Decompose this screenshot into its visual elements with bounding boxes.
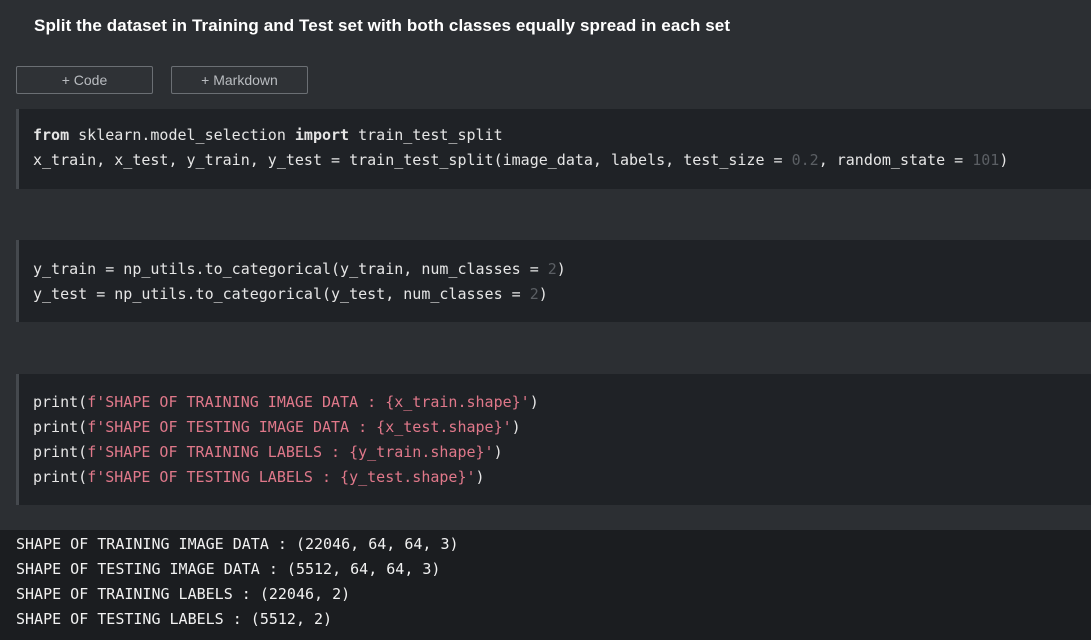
- output-line: SHAPE OF TRAINING LABELS : (22046, 2): [16, 585, 351, 603]
- code-text: ): [493, 443, 503, 461]
- code-text: train_test_split: [349, 126, 503, 144]
- markdown-heading: Split the dataset in Training and Test s…: [34, 16, 731, 35]
- code-number: 0.2: [791, 151, 819, 169]
- code-text: x_train, x_test, y_train, y_test = train…: [33, 151, 792, 169]
- code-text: ): [538, 285, 548, 303]
- code-number: 101: [972, 151, 1000, 169]
- code-text: , random_state =: [818, 151, 973, 169]
- output-line: SHAPE OF TESTING IMAGE DATA : (5512, 64,…: [16, 560, 441, 578]
- code-string: f'SHAPE OF TESTING IMAGE DATA : {x_test.…: [87, 418, 512, 436]
- code-cell-to-categorical[interactable]: y_train = np_utils.to_categorical(y_trai…: [16, 240, 1091, 322]
- code-line: print(f'SHAPE OF TESTING LABELS : {y_tes…: [33, 465, 1091, 490]
- code-text: ): [475, 468, 485, 486]
- cell-output: SHAPE OF TRAINING IMAGE DATA : (22046, 6…: [0, 530, 1091, 640]
- keyword-import: import: [294, 126, 350, 144]
- code-text: ): [999, 151, 1009, 169]
- code-text: print(: [33, 393, 88, 411]
- code-cell-editor[interactable]: print(f'SHAPE OF TRAINING IMAGE DATA : {…: [16, 374, 1091, 505]
- code-text: sklearn.model_selection: [69, 126, 295, 144]
- add-markdown-cell-button[interactable]: + Markdown: [171, 66, 308, 94]
- code-text: print(: [33, 418, 88, 436]
- code-string: f'SHAPE OF TESTING LABELS : {y_test.shap…: [87, 468, 476, 486]
- code-text: ): [529, 393, 539, 411]
- code-line: y_train = np_utils.to_categorical(y_trai…: [33, 257, 1091, 282]
- code-line: x_train, x_test, y_train, y_test = train…: [33, 148, 1091, 173]
- code-line: y_test = np_utils.to_categorical(y_test,…: [33, 282, 1091, 307]
- code-line: print(f'SHAPE OF TRAINING IMAGE DATA : {…: [33, 390, 1091, 415]
- code-cell-train-test-split[interactable]: from sklearn.model_selection import trai…: [16, 109, 1091, 189]
- add-code-cell-button[interactable]: + Code: [16, 66, 153, 94]
- code-line: print(f'SHAPE OF TESTING IMAGE DATA : {x…: [33, 415, 1091, 440]
- code-text: y_train = np_utils.to_categorical(y_trai…: [33, 260, 548, 278]
- code-text: ): [511, 418, 521, 436]
- code-line: print(f'SHAPE OF TRAINING LABELS : {y_tr…: [33, 440, 1091, 465]
- code-cell-print-shapes[interactable]: print(f'SHAPE OF TRAINING IMAGE DATA : {…: [16, 374, 1091, 505]
- code-text: ): [556, 260, 566, 278]
- code-cell-editor[interactable]: y_train = np_utils.to_categorical(y_trai…: [16, 240, 1091, 322]
- code-number: 2: [547, 260, 557, 278]
- code-text: print(: [33, 468, 88, 486]
- output-line: SHAPE OF TESTING LABELS : (5512, 2): [16, 610, 333, 628]
- code-cell-editor[interactable]: from sklearn.model_selection import trai…: [16, 109, 1091, 189]
- keyword-from: from: [33, 126, 70, 144]
- code-text: y_test = np_utils.to_categorical(y_test,…: [33, 285, 530, 303]
- code-string: f'SHAPE OF TRAINING LABELS : {y_train.sh…: [87, 443, 494, 461]
- code-number: 2: [529, 285, 539, 303]
- code-text: print(: [33, 443, 88, 461]
- output-line: SHAPE OF TRAINING IMAGE DATA : (22046, 6…: [16, 535, 459, 553]
- code-string: f'SHAPE OF TRAINING IMAGE DATA : {x_trai…: [87, 393, 530, 411]
- code-line: from sklearn.model_selection import trai…: [33, 123, 1091, 148]
